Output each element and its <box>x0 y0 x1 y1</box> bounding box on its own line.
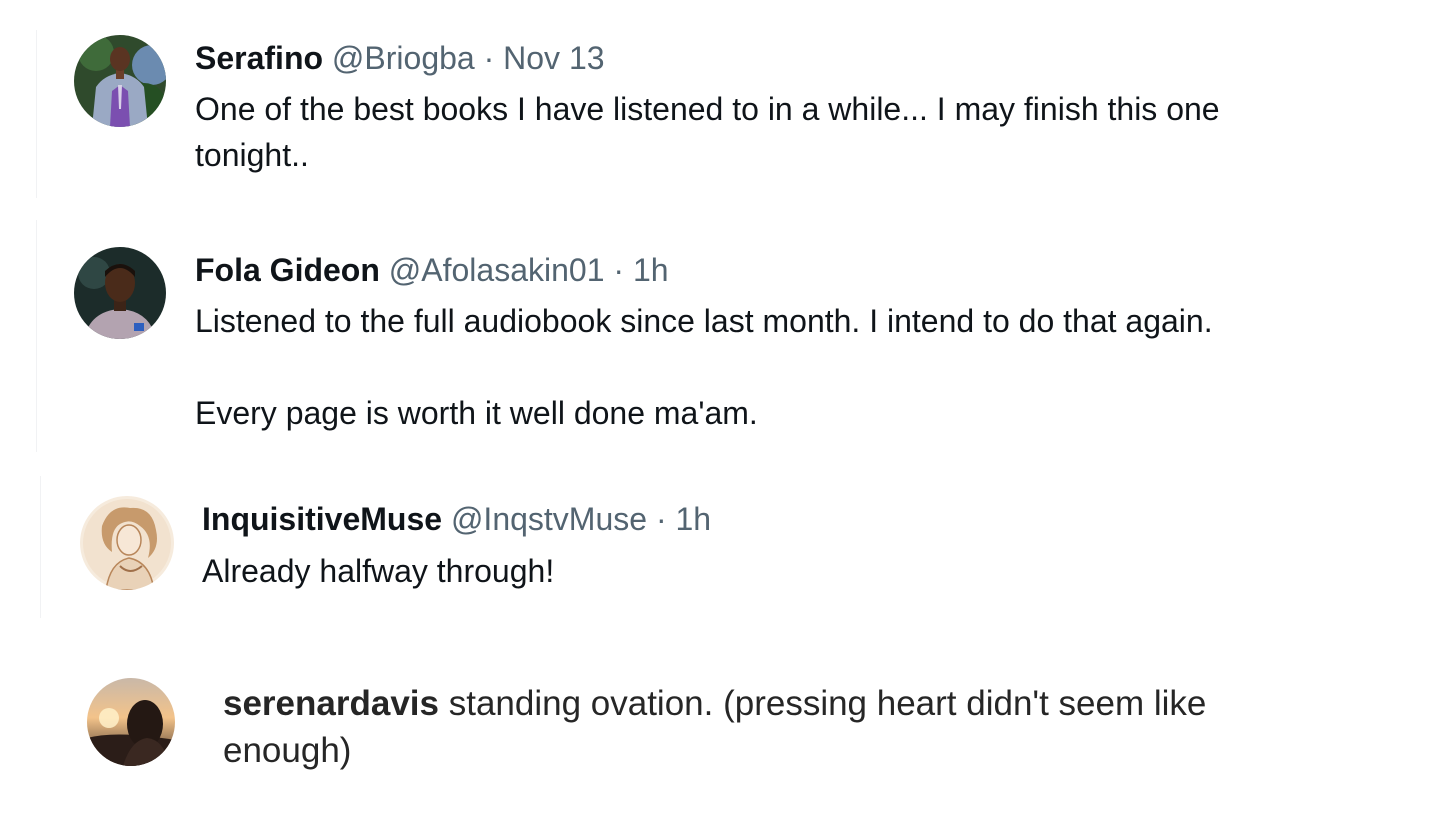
author-name[interactable]: InquisitiveMuse <box>202 501 442 537</box>
comment-text: One of the best books I have listened to… <box>195 91 1220 173</box>
comment-card: InquisitiveMuse @InqstvMuse · 1h Already… <box>40 476 872 618</box>
author-handle[interactable]: @Afolasakin01 <box>389 252 605 288</box>
avatar[interactable] <box>74 35 166 127</box>
comment-card: Fola Gideon @Afolasakin01 · 1h Listened … <box>36 220 1336 452</box>
avatar[interactable] <box>74 247 166 339</box>
separator-dot: · <box>655 501 667 537</box>
author-name[interactable]: Fola Gideon <box>195 252 380 288</box>
comment-text: serenardavis standing ovation. (pressing… <box>223 680 1303 774</box>
comment-card: Serafino @Briogba · Nov 13 One of the be… <box>36 30 1336 198</box>
comment-text: Listened to the full audiobook since las… <box>195 298 1335 436</box>
comment-card: serenardavis standing ovation. (pressing… <box>50 643 1320 793</box>
author-handle[interactable]: @InqstvMuse <box>451 501 647 537</box>
avatar[interactable] <box>87 678 175 766</box>
separator-dot: · <box>483 40 495 76</box>
user-avatar-photo-icon <box>74 247 166 339</box>
timestamp[interactable]: 1h <box>675 501 711 537</box>
comment-text-line: Every page is worth it well done ma'am. <box>195 395 758 431</box>
user-avatar-photo-icon <box>87 678 175 766</box>
separator-dot: · <box>613 252 625 288</box>
timestamp[interactable]: 1h <box>633 252 669 288</box>
user-avatar-photo-icon <box>74 35 166 127</box>
user-avatar-illustration-icon <box>80 496 174 590</box>
comment-text-line: Listened to the full audiobook since las… <box>195 303 1213 339</box>
timestamp[interactable]: Nov 13 <box>503 40 604 76</box>
comment-text: Already halfway through! <box>202 553 555 589</box>
author-name[interactable]: Serafino <box>195 40 323 76</box>
author-handle[interactable]: @Briogba <box>332 40 475 76</box>
avatar[interactable] <box>80 496 174 590</box>
author-username[interactable]: serenardavis <box>223 684 439 723</box>
